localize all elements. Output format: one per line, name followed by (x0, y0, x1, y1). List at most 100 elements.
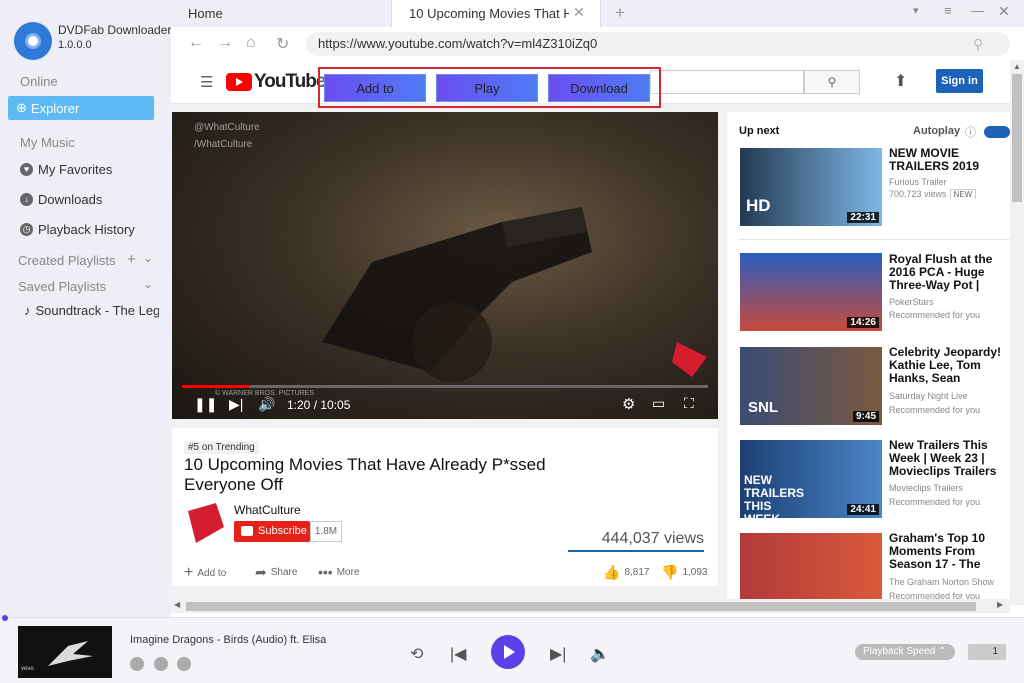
play-pause-icon[interactable]: ❚❚ (194, 396, 217, 413)
video-card-meta: Recommended for you (889, 497, 981, 507)
queue-button[interactable]: 1 (968, 644, 1006, 660)
chevron-down-icon[interactable]: ⌄ (143, 251, 153, 265)
action-label: Share (270, 567, 298, 578)
video-player[interactable] (172, 112, 718, 419)
saved-playlists-header: Saved Playlists (18, 279, 107, 294)
settings-icon[interactable]: ≡ (944, 3, 952, 18)
watermark-text: @WhatCulture (194, 122, 260, 133)
sidebar-item-history[interactable]: ◷ Playback History (20, 222, 135, 237)
youtube-play-icon (226, 73, 252, 91)
sidebar-item-downloads[interactable]: ↓ Downloads (20, 192, 102, 207)
share-icon: ➦ (255, 564, 267, 580)
chevron-down-icon[interactable]: ⌄ (143, 277, 153, 291)
autoplay-toggle[interactable] (984, 126, 1010, 138)
close-window-icon[interactable]: ✕ (998, 3, 1010, 20)
scroll-right-icon[interactable]: ▶ (997, 600, 1003, 609)
info-icon[interactable]: ⓘ (965, 124, 976, 140)
video-thumbnail[interactable]: SNL 9:45 (740, 347, 882, 425)
section-online: Online (20, 74, 58, 89)
like-ratio-bar (568, 550, 704, 552)
sidebar-item-explorer[interactable]: ⊕ Explorer (8, 96, 154, 120)
forward-icon[interactable]: → (217, 34, 233, 52)
refresh-icon[interactable]: ↻ (276, 34, 289, 54)
tab-home[interactable]: Home (188, 6, 223, 21)
tab-active[interactable]: 10 Upcoming Movies That Hav ✕ (391, 0, 601, 27)
fullscreen-icon[interactable]: ⛶ (684, 395, 694, 412)
subscribe-button[interactable]: Subscribe (234, 521, 310, 542)
chevron-up-icon: ⌃ (938, 646, 947, 657)
playback-speed-dropdown[interactable]: Playback Speed ⌃ (855, 644, 955, 660)
video-thumbnail[interactable]: HD 22:31 (740, 148, 882, 226)
minimize-icon[interactable]: — (971, 3, 984, 18)
download-icon[interactable] (154, 657, 168, 671)
globe-icon: ⊕ (16, 100, 27, 115)
youtube-search-button[interactable]: ⚲ (804, 70, 860, 94)
duration-badge: 24:41 (847, 504, 879, 515)
search-icon[interactable]: ⚲ (973, 36, 983, 53)
like-button[interactable]: 👍 8,817 (603, 564, 649, 581)
video-card-title[interactable]: Graham's Top 10 Moments From Season 17 -… (889, 532, 1011, 571)
youtube-search-input[interactable] (650, 70, 804, 94)
volume-icon[interactable]: 🔊 (258, 396, 275, 413)
favorite-icon[interactable] (130, 657, 144, 671)
vertical-scroll-thumb[interactable] (1012, 74, 1022, 202)
sidebar-item-label: My Favorites (38, 162, 113, 177)
horizontal-scroll-thumb[interactable] (186, 602, 976, 611)
sidebar-item-label: Playback History (38, 222, 135, 237)
back-icon[interactable]: ← (188, 34, 204, 52)
video-card-title[interactable]: NEW MOVIE TRAILERS 2019 (Weekly #25) (889, 147, 1011, 173)
view-count: 700,723 views (889, 189, 947, 199)
scroll-up-icon[interactable]: ▲ (1013, 62, 1021, 71)
channel-name[interactable]: WhatCulture (234, 503, 301, 517)
url-input[interactable]: https://www.youtube.com/watch?v=ml4Z310i… (306, 32, 1010, 56)
video-card-meta: Recommended for you (889, 591, 981, 599)
video-card-channel: Saturday Night Live (889, 391, 968, 401)
add-to-action[interactable]: + Add to (184, 564, 226, 582)
add-to-button[interactable]: Add to (324, 74, 426, 102)
theater-mode-icon[interactable]: ▭ (652, 395, 665, 412)
repeat-icon[interactable]: ⟲ (410, 644, 423, 664)
video-thumbnail[interactable]: 14:26 (740, 253, 882, 331)
menu-icon[interactable]: ▾ (913, 4, 919, 17)
sidebar-item-label: Explorer (30, 100, 80, 116)
add-playlist-icon[interactable]: + (127, 251, 136, 268)
play-icon[interactable] (491, 635, 525, 669)
volume-icon[interactable]: 🔈 (590, 644, 610, 664)
vevo-label: vevo (21, 666, 34, 672)
more-action[interactable]: ••• More (318, 564, 360, 580)
playback-position-dot[interactable] (2, 615, 8, 621)
remove-icon[interactable] (177, 657, 191, 671)
view-count: 444,037 views (601, 530, 704, 547)
video-title: 10 Upcoming Movies That Have Already P*s… (184, 455, 546, 494)
upload-icon[interactable]: ⬆ (894, 71, 907, 91)
scroll-left-icon[interactable]: ◀ (174, 600, 180, 609)
hamburger-icon[interactable]: ☰ (200, 73, 213, 91)
next-icon[interactable]: ▶| (229, 396, 243, 413)
trending-badge[interactable]: #5 on Trending (184, 441, 259, 454)
sidebar-item-favorites[interactable]: ♥ My Favorites (20, 162, 112, 177)
video-thumbnail[interactable]: NEW TRAILERS THIS WEEK 24:41 (740, 440, 882, 518)
share-action[interactable]: ➦ Share (255, 564, 297, 581)
heart-icon: ♥ (20, 163, 33, 176)
close-tab-icon[interactable]: ✕ (573, 4, 585, 21)
video-thumbnail[interactable] (740, 533, 882, 599)
video-card-title[interactable]: New Trailers This Week | Week 23 | Movie… (889, 439, 1011, 478)
download-button[interactable]: Download (548, 74, 650, 102)
dislike-button[interactable]: 👎 1,093 (661, 564, 707, 581)
like-count: 8,817 (624, 567, 650, 578)
play-button[interactable]: Play (436, 74, 538, 102)
thumbnail-caption: NEW TRAILERS THIS WEEK (744, 473, 804, 519)
youtube-logo[interactable]: YouTube (226, 71, 326, 93)
video-card-title[interactable]: Royal Flush at the 2016 PCA - Huge Three… (889, 253, 1011, 292)
video-progress-track[interactable] (182, 385, 708, 388)
gear-icon[interactable]: ⚙ (622, 395, 635, 413)
app-version: 1.0.0.0 (58, 39, 92, 51)
next-track-icon[interactable]: ▶| (550, 644, 566, 664)
previous-icon[interactable]: |◀ (450, 644, 466, 664)
sign-in-button[interactable]: Sign in (936, 69, 983, 93)
playlist-item[interactable]: ♪ Soundtrack - The Leg (24, 303, 159, 318)
home-icon[interactable]: ⌂ (246, 34, 256, 52)
video-card-title[interactable]: Celebrity Jeopardy! Kathie Lee, Tom Hank… (889, 346, 1011, 385)
new-tab-icon[interactable]: + (615, 3, 625, 23)
download-icon: ↓ (20, 193, 33, 206)
